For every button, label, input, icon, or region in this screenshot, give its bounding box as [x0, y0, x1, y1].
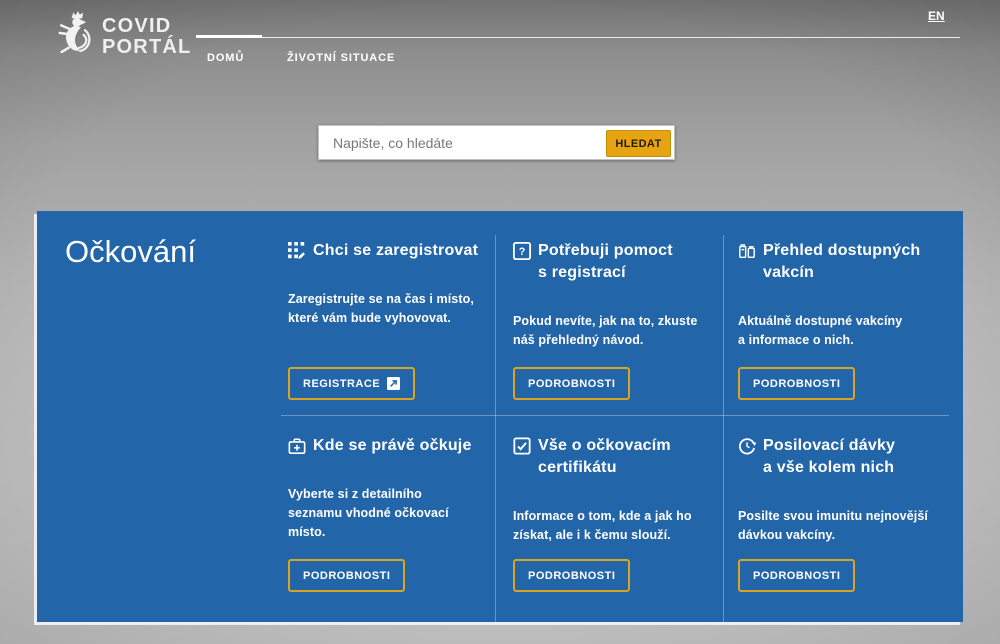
card-where-vaccinate: Kde se právě očkuje Vyberte si z detailn…	[288, 435, 494, 606]
card-body: Aktuálně dostupné vakcíny a informace o …	[738, 312, 953, 350]
column-divider	[723, 235, 724, 622]
button-label: REGISTRACE	[303, 378, 380, 390]
nav-active-indicator	[196, 35, 262, 38]
panel-title: Očkování	[65, 234, 196, 270]
card-title: Přehled dostupných vakcín	[738, 240, 953, 284]
podrobnosti-button[interactable]: PODROBNOSTI	[513, 559, 630, 592]
brand-line2: PORTÁL	[102, 37, 191, 58]
card-certificate: Vše o očkovacím certifikátu Informace o …	[513, 435, 719, 606]
card-booster-doses: Posilovací dávky a vše kolem nich Posilt…	[738, 435, 953, 606]
vaccination-panel: Očkování Chci se zaregistrovat Zaregistr…	[37, 211, 963, 622]
czech-lion-icon	[55, 9, 93, 56]
card-body: Informace o tom, kde a jak ho získat, al…	[513, 507, 719, 545]
card-title: Potřebuji pomoct s registrací	[513, 240, 719, 284]
card-help-registration: Potřebuji pomoct s registrací ? Pokud ne…	[513, 240, 719, 411]
button-label: PODROBNOSTI	[753, 378, 840, 390]
nav-tab-zivotni-situace[interactable]: ŽIVOTNÍ SITUACE	[287, 52, 395, 64]
vaccine-vials-icon	[738, 242, 756, 260]
button-label: PODROBNOSTI	[303, 570, 390, 582]
card-title: Kde se právě očkuje	[288, 435, 494, 457]
button-label: PODROBNOSTI	[528, 570, 615, 582]
search-bar: HLEDAT	[318, 125, 675, 160]
registrace-button[interactable]: REGISTRACE	[288, 367, 415, 400]
card-register: Chci se zaregistrovat Zaregistrujte se n…	[288, 240, 494, 411]
podrobnosti-button[interactable]: PODROBNOSTI	[288, 559, 405, 592]
nav-divider-line	[196, 37, 960, 38]
brand-logo: COVID PORTÁL	[55, 9, 191, 58]
nav-tab-domu[interactable]: DOMŮ	[207, 52, 244, 64]
svg-text:?: ?	[519, 246, 526, 258]
card-title: Posilovací dávky a vše kolem nich	[738, 435, 953, 479]
row-divider	[281, 415, 949, 416]
card-vaccines-overview: Přehled dostupných vakcín Aktuálně dostu…	[738, 240, 953, 411]
column-divider	[495, 235, 496, 622]
search-button[interactable]: HLEDAT	[606, 130, 671, 157]
app-registration-icon	[288, 242, 306, 260]
card-body: Zaregistrujte se na čas i místo, které v…	[288, 290, 494, 328]
checkbox-checked-icon	[513, 437, 531, 455]
booster-update-icon	[738, 437, 756, 455]
language-link-en[interactable]: EN	[928, 9, 945, 23]
card-title: Vše o očkovacím certifikátu	[513, 435, 719, 479]
podrobnosti-button[interactable]: PODROBNOSTI	[738, 559, 855, 592]
button-label: PODROBNOSTI	[528, 378, 615, 390]
medical-bag-icon	[288, 437, 306, 455]
card-body: Vyberte si z detailního seznamu vhodné o…	[288, 485, 494, 542]
button-label: PODROBNOSTI	[753, 570, 840, 582]
help-box-icon: ?	[513, 242, 531, 260]
external-link-icon	[387, 377, 400, 390]
card-title: Chci se zaregistrovat	[288, 240, 494, 262]
podrobnosti-button[interactable]: PODROBNOSTI	[513, 367, 630, 400]
podrobnosti-button[interactable]: PODROBNOSTI	[738, 367, 855, 400]
card-body: Pokud nevíte, jak na to, zkuste náš přeh…	[513, 312, 719, 350]
card-body: Posilte svou imunitu nejnovější dávkou v…	[738, 507, 953, 545]
brand-line1: COVID	[102, 16, 191, 37]
